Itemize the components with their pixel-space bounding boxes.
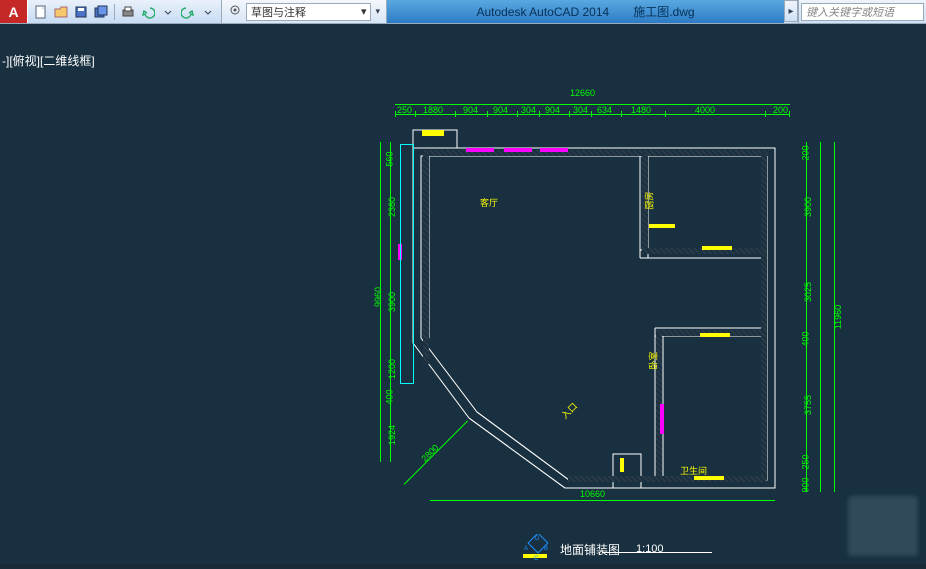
north-d: D (535, 536, 540, 542)
dim-left-0: 560 (385, 151, 395, 166)
symbol-window (466, 148, 494, 152)
symbol-light (620, 458, 624, 472)
dim-top-4: 304 (521, 105, 536, 115)
north-arrow-icon: D A B C (520, 534, 550, 564)
room-label: 客厅 (480, 196, 498, 209)
room-label: 卧室 (647, 351, 660, 369)
dim-top-overall: 12660 (570, 88, 595, 98)
drawing-scale: 1:100 (636, 543, 664, 555)
new-file-button[interactable] (32, 3, 50, 21)
floorplan (395, 118, 815, 518)
balcony-outline (400, 144, 414, 384)
symbol-window (540, 148, 568, 152)
redo-dropdown[interactable] (199, 3, 217, 21)
app-title: Autodesk AutoCAD 2014 (476, 5, 609, 19)
symbol-light (649, 224, 675, 228)
dim-top-8: 1480 (631, 105, 651, 115)
title-underline (602, 552, 712, 553)
app-logo-letter: A (8, 4, 18, 20)
redo-button[interactable] (179, 3, 197, 21)
viewport-label[interactable]: -][俯视][二维线框] (2, 52, 95, 69)
symbol-window (504, 148, 532, 152)
symbol-light (422, 130, 444, 136)
symbol-light (702, 246, 732, 250)
save-button[interactable] (72, 3, 90, 21)
dim-right-overall: 11960 (833, 305, 843, 329)
search-input[interactable]: 键入关键字或短语 (801, 3, 924, 21)
saveas-button[interactable] (92, 3, 110, 21)
dim-left-4: 400 (385, 389, 395, 404)
view-cube[interactable] (848, 496, 918, 556)
gear-icon (228, 3, 242, 20)
title-center: Autodesk AutoCAD 2014 施工图.dwg (387, 0, 784, 23)
undo-button[interactable] (139, 3, 157, 21)
document-name: 施工图.dwg (633, 3, 694, 20)
ribbon-toggle-button[interactable]: ▸ (784, 0, 798, 22)
undo-dropdown[interactable] (159, 3, 177, 21)
titleblock: D A B C 地面铺装图 1:100 (520, 534, 664, 564)
dim-top-7: 634 (597, 105, 612, 115)
north-c: C (534, 556, 539, 562)
dim-top-3: 904 (493, 105, 508, 115)
dim-top-1: 1880 (423, 105, 443, 115)
north-a: A (524, 546, 528, 552)
hatch (761, 154, 767, 480)
workspace-dropdown[interactable]: 草图与注释 ▾ (246, 3, 371, 21)
symbol-light (700, 333, 730, 337)
drawing-title: 地面铺装图 (560, 541, 620, 558)
workspace-label: 草图与注释 (251, 4, 306, 20)
print-button[interactable] (119, 3, 137, 21)
dim-top-2: 904 (463, 105, 478, 115)
quick-access-toolbar (28, 0, 222, 23)
titlebar: A 草图与注释 ▾ ▾ Autodesk AutoCAD 2014 施工图.dw… (0, 0, 926, 24)
dim-top-9: 4000 (695, 105, 715, 115)
drawing-canvas[interactable]: -][俯视][二维线框] 12660 250 1880 904 904 304 … (0, 24, 926, 564)
symbol-window (660, 404, 664, 434)
workspace-selector: 草图与注释 ▾ ▾ (222, 0, 387, 23)
search-placeholder: 键入关键字或短语 (806, 4, 894, 20)
search-wrap: 键入关键字或短语 (798, 0, 926, 23)
workspace-menu-arrow[interactable]: ▾ (375, 6, 380, 17)
qat-separator (114, 4, 115, 20)
dim-top-0: 250 (397, 105, 412, 115)
room-label: 卫生间 (680, 464, 707, 477)
chevron-down-icon: ▾ (361, 5, 367, 18)
open-file-button[interactable] (52, 3, 70, 21)
hatch (423, 154, 429, 364)
hatch (568, 476, 766, 482)
room-label: 厨房 (643, 191, 656, 209)
dimension-top: 12660 250 1880 904 904 304 904 304 634 1… (395, 96, 790, 116)
app-logo[interactable]: A (0, 0, 28, 23)
dim-top-10: 200 (773, 105, 788, 115)
dim-left-overall: 9960 (373, 287, 383, 307)
north-b: B (544, 546, 548, 552)
dim-top-6: 304 (573, 105, 588, 115)
dim-top-5: 904 (545, 105, 560, 115)
